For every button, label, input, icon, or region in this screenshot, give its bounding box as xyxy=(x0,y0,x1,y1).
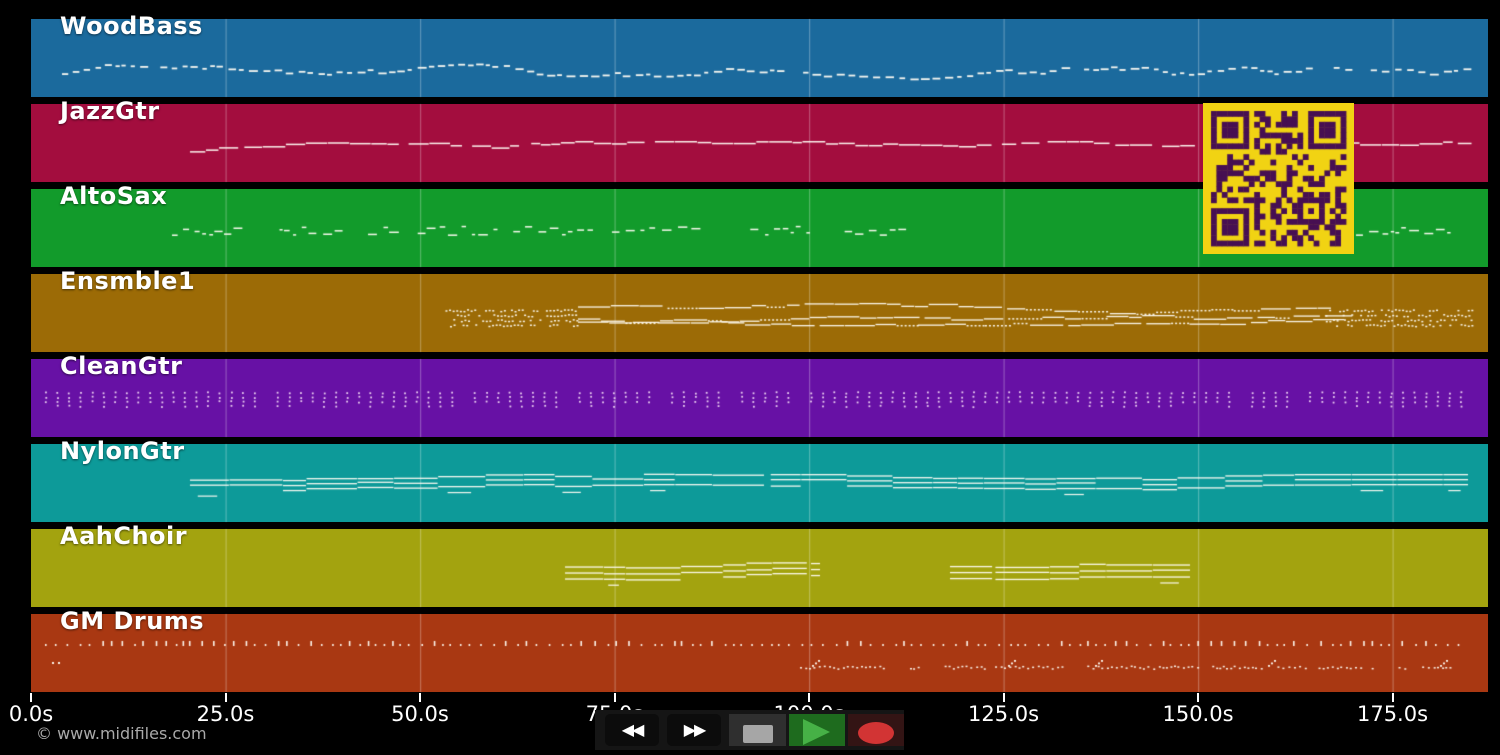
stop-icon xyxy=(742,724,773,743)
record-button[interactable] xyxy=(848,714,904,746)
midi-overview-stage: WoodBass JazzGtr AltoSax Ensmble1 CleanGtr Ny… xyxy=(0,0,1500,755)
axis-tick-label: 150.0s xyxy=(1162,702,1234,726)
track-label: GM Drums xyxy=(60,607,205,635)
axis-tick xyxy=(30,693,32,702)
track-label: WoodBass xyxy=(60,12,203,40)
axis-tick xyxy=(224,693,227,702)
fast-forward-button[interactable]: ▶▶ xyxy=(667,714,721,746)
play-icon xyxy=(803,718,830,745)
axis-tick xyxy=(419,693,421,702)
rewind-button[interactable]: ◀◀ xyxy=(605,714,659,746)
axis-tick-label: 125.0s xyxy=(967,702,1040,726)
axis-tick-label: 25.0s xyxy=(196,702,255,726)
track-label: Ensmble1 xyxy=(60,267,196,295)
axis-tick-label: 50.0s xyxy=(391,702,449,726)
fast-forward-icon: ▶▶ xyxy=(683,720,707,739)
track-label: AltoSax xyxy=(60,182,168,210)
track-label: CleanGtr xyxy=(60,352,183,380)
track-label: JazzGtr xyxy=(60,97,160,125)
track-label: AahChoir xyxy=(60,522,188,550)
axis-tick xyxy=(1197,693,1199,702)
qr-code xyxy=(1203,103,1354,254)
copyright-text: © www.midifiles.com xyxy=(36,724,207,743)
rewind-icon: ◀◀ xyxy=(621,720,645,739)
axis-tick-label: 0.0s xyxy=(8,702,54,726)
play-button[interactable] xyxy=(789,714,845,746)
axis-tick xyxy=(808,693,810,702)
record-icon xyxy=(858,721,894,744)
transport-bar: ◀◀ ▶▶ xyxy=(595,710,904,750)
axis-tick-label: 175.0s xyxy=(1356,702,1429,726)
axis-tick xyxy=(613,693,616,702)
axis-tick xyxy=(1002,693,1005,702)
axis-tick xyxy=(1391,693,1394,702)
track-label: NylonGtr xyxy=(60,437,185,465)
stop-button[interactable] xyxy=(729,714,786,746)
